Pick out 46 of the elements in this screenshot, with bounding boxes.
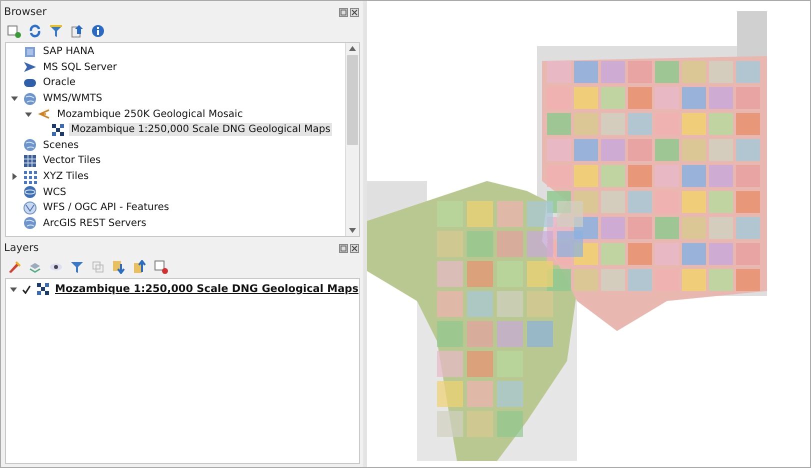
panel-title: Browser <box>4 6 47 18</box>
scroll-thumb[interactable] <box>347 55 358 145</box>
close-icon[interactable] <box>350 8 359 16</box>
scroll-down-icon[interactable] <box>349 228 356 233</box>
expanded-arrow-icon[interactable] <box>25 110 32 118</box>
tree-item[interactable]: WFS / OGC API - Features <box>6 200 345 216</box>
panel-title: Layers <box>4 242 39 254</box>
tree-item[interactable]: Scenes <box>6 138 345 154</box>
expanded-arrow-icon[interactable] <box>10 286 17 292</box>
raster-tiles-icon <box>51 122 65 137</box>
tree-item[interactable]: Vector Tiles <box>6 153 345 169</box>
globe-icon <box>23 200 37 215</box>
float-icon[interactable] <box>339 8 348 16</box>
info-icon[interactable] <box>91 24 105 38</box>
paintbrush-icon[interactable] <box>7 260 21 274</box>
globe-icon <box>23 216 37 230</box>
connection-icon <box>37 107 51 122</box>
tree-item[interactable]: Mozambique 250K Geological Mosaic <box>6 106 345 122</box>
add-icon[interactable] <box>7 24 21 38</box>
refresh-icon[interactable] <box>28 24 42 38</box>
collapsed-arrow-icon[interactable] <box>11 173 18 180</box>
remove-layer-icon[interactable] <box>154 260 168 274</box>
filter-icon[interactable] <box>49 24 63 38</box>
tree-item[interactable]: ArcGIS REST Servers <box>6 216 345 232</box>
expanded-arrow-icon[interactable] <box>11 95 18 102</box>
database-icon <box>23 44 37 59</box>
dot-grid-icon <box>23 170 37 184</box>
raster-tiles-icon <box>36 282 50 296</box>
arrow-shape-icon <box>23 60 37 74</box>
tree-item[interactable]: XYZ Tiles <box>6 168 345 184</box>
filter-icon[interactable] <box>70 260 84 274</box>
scroll-up-icon[interactable] <box>349 46 356 51</box>
tree-item[interactable]: WCS <box>6 184 345 200</box>
globe-icon <box>23 92 37 106</box>
tree-item[interactable]: WMS/WMTS <box>6 90 345 106</box>
expand-all-icon[interactable] <box>112 260 126 274</box>
tree-item[interactable]: MS SQL Server <box>6 60 345 76</box>
close-icon[interactable] <box>350 244 359 252</box>
layer-name[interactable]: Mozambique 1:250,000 Scale DNG Geological Maps <box>55 283 358 295</box>
grid-icon <box>23 154 37 168</box>
collapse-all-icon[interactable] <box>133 260 147 274</box>
globe-icon <box>23 138 37 152</box>
float-icon[interactable] <box>339 244 348 252</box>
globe-icon <box>23 185 37 200</box>
tree-item[interactable]: Oracle <box>6 75 345 91</box>
tree-item[interactable]: SAP HANA <box>6 44 345 60</box>
